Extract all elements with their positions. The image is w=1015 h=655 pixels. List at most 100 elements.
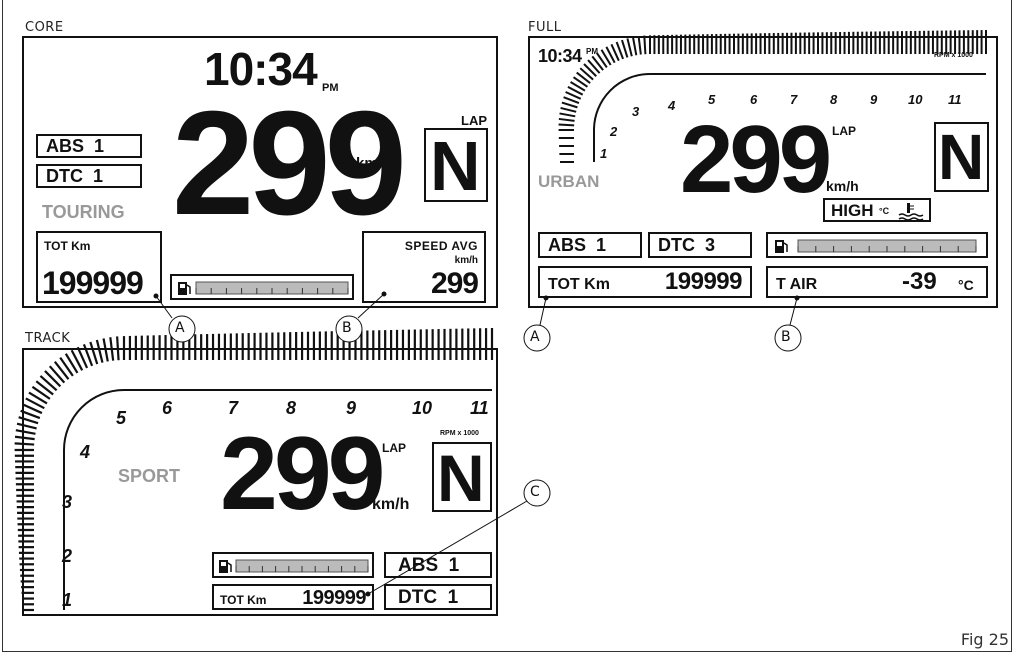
full-rpm-bar: [559, 112, 576, 118]
full-temp-status: HIGH: [831, 201, 874, 220]
full-odo-label: TOT Km: [548, 276, 610, 293]
track-rpm-tick-label: 5: [116, 408, 127, 428]
core-callout-b: B: [342, 320, 352, 336]
core-avg-label: SPEED AVG: [404, 239, 478, 253]
full-lap-label: LAP: [832, 124, 856, 138]
track-rpm-tick-label: 3: [62, 492, 72, 512]
core-abs: ABS 1: [46, 136, 105, 156]
track-panel-label: TRACK: [25, 331, 71, 346]
track-rpm-bar: [116, 336, 120, 361]
full-gear-box: N: [934, 121, 989, 193]
full-odo-value: 199999: [664, 268, 743, 295]
track-mode: SPORT: [118, 466, 181, 486]
full-abs-box: ABS 1: [538, 232, 642, 258]
track-gear-box: N: [432, 441, 492, 515]
full-rpm-tick-label: 3: [632, 104, 640, 119]
full-rpm-bar: [637, 36, 642, 55]
track-rpm-bar: [44, 370, 62, 388]
full-rpm-bar: [643, 35, 647, 55]
core-fuel-box: [170, 274, 354, 300]
core-avg-unit: km/h: [454, 255, 478, 266]
full-rpm-bar: [560, 106, 577, 113]
track-abs: ABS 1: [398, 555, 460, 576]
core-speed-unit: km/h: [356, 155, 392, 172]
figure-label: Fig 25: [960, 630, 1009, 649]
track-rpm-tick-label: 1: [62, 590, 72, 610]
track-rpm-tick-label: 2: [61, 546, 72, 566]
full-screen: 10:34 PM RPM x 1000 1 2 3 4 5 6 7 8 9 10 11 URBAN …: [528, 30, 998, 308]
core-odo-value: 199999: [42, 265, 144, 301]
full-speed: 299: [680, 106, 832, 213]
track-fuel-gauge: [219, 559, 369, 573]
full-air-box: T AIR -39 °C: [766, 266, 988, 298]
full-rpm-tick-label: 5: [708, 92, 716, 107]
full-abs: ABS 1: [548, 235, 607, 255]
track-gear: N: [437, 441, 485, 515]
full-air-value: -39: [902, 268, 937, 295]
full-air-unit: °C: [958, 277, 974, 293]
full-panel-label: FULL: [528, 20, 562, 35]
core-dtc-box: DTC 1: [36, 164, 142, 188]
full-temp-unit: °C: [879, 206, 890, 216]
full-rpm-tick-label: 6: [750, 92, 758, 107]
track-speed: 299: [220, 416, 386, 532]
full-rpm-bar: [558, 117, 575, 122]
full-rpm-bar: [621, 39, 629, 58]
track-rpm-bar: [53, 361, 70, 380]
full-rpm-bar: [626, 38, 633, 57]
track-dtc: DTC 1: [398, 587, 459, 608]
track-rpm-tick-label: 9: [346, 398, 356, 418]
core-panel-label: CORE: [25, 20, 64, 35]
full-fuel-gauge: [775, 239, 977, 253]
core-odo-label: TOT Km: [44, 239, 91, 253]
full-rpm-tick-label: 10: [908, 92, 923, 107]
full-speed-unit: km/h: [826, 178, 859, 194]
coolant-temp-icon: [898, 203, 924, 221]
core-callout-a: A: [175, 320, 185, 336]
full-rpm-tick-label: 8: [830, 92, 838, 107]
full-rpm-tick-label: 11: [948, 92, 962, 107]
full-dtc: DTC 3: [658, 235, 716, 255]
track-odo-value: 199999: [302, 587, 366, 609]
core-screen: 10:34 PM 299 km/h LAP N ABS 1 DTC 1 TOUR…: [22, 36, 498, 308]
full-gear: N: [938, 121, 985, 193]
full-rpm-tick-label: 1: [600, 146, 607, 161]
full-mode: URBAN: [538, 172, 600, 191]
full-rpm-bar: [631, 36, 638, 56]
core-fuel-gauge: [178, 281, 349, 295]
full-callout-a: A: [530, 329, 540, 345]
track-rpm-bar: [14, 442, 35, 446]
track-rpm-tick-label: 10: [412, 398, 432, 418]
full-rpm-bar: [563, 96, 580, 104]
core-avg-value: 299: [430, 267, 479, 300]
core-avg-box: SPEED AVG km/h 299: [362, 231, 486, 303]
full-air-label: T AIR: [776, 276, 818, 293]
core-gear: N: [430, 127, 481, 205]
track-rpm-tick-label: 11: [470, 398, 489, 418]
track-dtc-box: DTC 1: [384, 584, 492, 610]
core-gear-box: N: [424, 127, 488, 205]
track-rpm-label: RPM x 1000: [440, 430, 479, 437]
track-screen: 1 2 3 4 5 6 7 8 9 10 11 RPM x 1000 SPORT 299 km/h …: [14, 328, 498, 616]
full-rpm-tick-label: 2: [609, 124, 618, 139]
track-odo-label: TOT Km: [220, 593, 267, 607]
full-dtc-box: DTC 3: [648, 232, 752, 258]
full-rpm-tick-label: 9: [870, 92, 878, 107]
track-rpm-tick-label: 7: [228, 398, 239, 418]
track-rpm-tick-label: 6: [162, 398, 173, 418]
track-rpm-bar: [48, 365, 66, 384]
full-rpm-tick-label: 7: [790, 92, 798, 107]
track-speed-unit: km/h: [372, 496, 410, 513]
track-callout-c: C: [530, 484, 540, 500]
core-dtc: DTC 1: [46, 166, 104, 186]
track-lap-label: LAP: [382, 441, 406, 455]
full-callout-b: B: [781, 329, 791, 345]
track-rpm-tick-label: 8: [286, 398, 296, 418]
full-odo-box: TOT Km 199999: [538, 266, 752, 298]
core-odo-box: TOT Km 199999: [36, 231, 162, 303]
full-temp-box: HIGH °C: [823, 198, 931, 222]
fuel-pump-icon: [219, 560, 232, 573]
track-odo-box: TOT Km 199999: [212, 584, 374, 610]
track-rpm-tick-label: 4: [79, 442, 90, 462]
fuel-pump-icon: [178, 282, 191, 295]
